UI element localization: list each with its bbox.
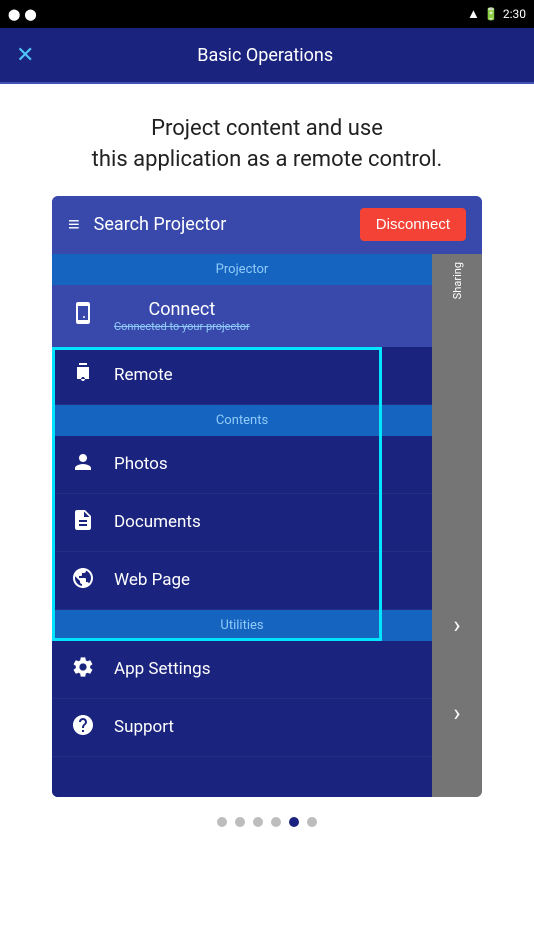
app-bar-title: Basic Operations xyxy=(50,45,480,66)
app-mockup: ≡ Search Projector Disconnect Projector xyxy=(52,196,482,797)
appsettings-label: App Settings xyxy=(114,659,210,679)
close-button[interactable]: ✕ xyxy=(16,43,34,68)
description-line2: this application as a remote control. xyxy=(92,147,443,172)
remote-menu-item[interactable]: Remote xyxy=(52,347,432,405)
dot-2[interactable] xyxy=(235,817,245,827)
projector-section-header: Projector xyxy=(52,254,432,285)
globe-icon xyxy=(68,566,98,595)
dot-3[interactable] xyxy=(253,817,263,827)
menu-header: ≡ Search Projector Disconnect xyxy=(52,196,482,254)
sidebar-menu: Projector Connect Connected to your proj… xyxy=(52,254,432,797)
hamburger-icon[interactable]: ≡ xyxy=(68,212,80,237)
webpage-label: Web Page xyxy=(114,570,190,590)
pagination-dots xyxy=(20,797,514,837)
documents-label: Documents xyxy=(114,512,201,532)
photos-label: Photos xyxy=(114,454,168,474)
bottom-spacer xyxy=(52,757,432,797)
connect-label: Connect xyxy=(114,299,250,320)
dot-5-active[interactable] xyxy=(289,817,299,827)
connect-item-text: Connect Connected to your projector xyxy=(114,299,250,333)
support-label: Support xyxy=(114,717,174,737)
wifi-icon: ▲ xyxy=(467,6,480,22)
webpage-menu-item[interactable]: Web Page xyxy=(52,552,432,610)
documents-icon xyxy=(68,508,98,537)
help-icon xyxy=(68,713,98,742)
search-projector-title: Search Projector xyxy=(94,214,227,235)
remote-icon xyxy=(68,361,98,390)
right-arrow-1[interactable]: › xyxy=(453,581,460,669)
description-line1: Project content and use xyxy=(151,116,383,141)
app-icon-1: ⬤ xyxy=(8,8,20,21)
battery-icon: 🔋 xyxy=(484,7,499,21)
dot-6[interactable] xyxy=(307,817,317,827)
photos-icon xyxy=(68,450,98,479)
gear-icon xyxy=(68,655,98,684)
time-display: 2:30 xyxy=(503,7,526,21)
connect-icon xyxy=(68,301,98,330)
support-menu-item[interactable]: Support xyxy=(52,699,432,757)
sidebar-area: Projector Connect Connected to your proj… xyxy=(52,254,482,797)
right-panel: Sharing › › xyxy=(432,254,482,797)
sharing-label: Sharing xyxy=(451,262,464,299)
highlighted-section: Remote Contents Photos xyxy=(52,347,432,641)
photos-menu-item[interactable]: Photos xyxy=(52,436,432,494)
menu-header-left: ≡ Search Projector xyxy=(68,212,226,237)
connect-sub-label: Connected to your projector xyxy=(114,320,250,333)
contents-section-header: Contents xyxy=(52,405,432,436)
connect-menu-item[interactable]: Connect Connected to your projector xyxy=(52,285,432,347)
documents-menu-item[interactable]: Documents xyxy=(52,494,432,552)
dot-4[interactable] xyxy=(271,817,281,827)
utilities-section-header: Utilities xyxy=(52,610,432,641)
description-text: Project content and use this application… xyxy=(20,114,514,176)
appsettings-menu-item[interactable]: App Settings xyxy=(52,641,432,699)
main-content: Project content and use this application… xyxy=(0,84,534,857)
right-arrow-2[interactable]: › xyxy=(453,669,460,757)
remote-label: Remote xyxy=(114,365,173,385)
dot-1[interactable] xyxy=(217,817,227,827)
app-icon-2: ⬤ xyxy=(24,8,36,21)
status-bar-left-icons: ⬤ ⬤ xyxy=(8,8,37,21)
status-bar-right-icons: ▲ 🔋 2:30 xyxy=(467,6,526,22)
app-bar: ✕ Basic Operations xyxy=(0,28,534,84)
disconnect-button[interactable]: Disconnect xyxy=(360,208,466,241)
status-bar: ⬤ ⬤ ▲ 🔋 2:30 xyxy=(0,0,534,28)
